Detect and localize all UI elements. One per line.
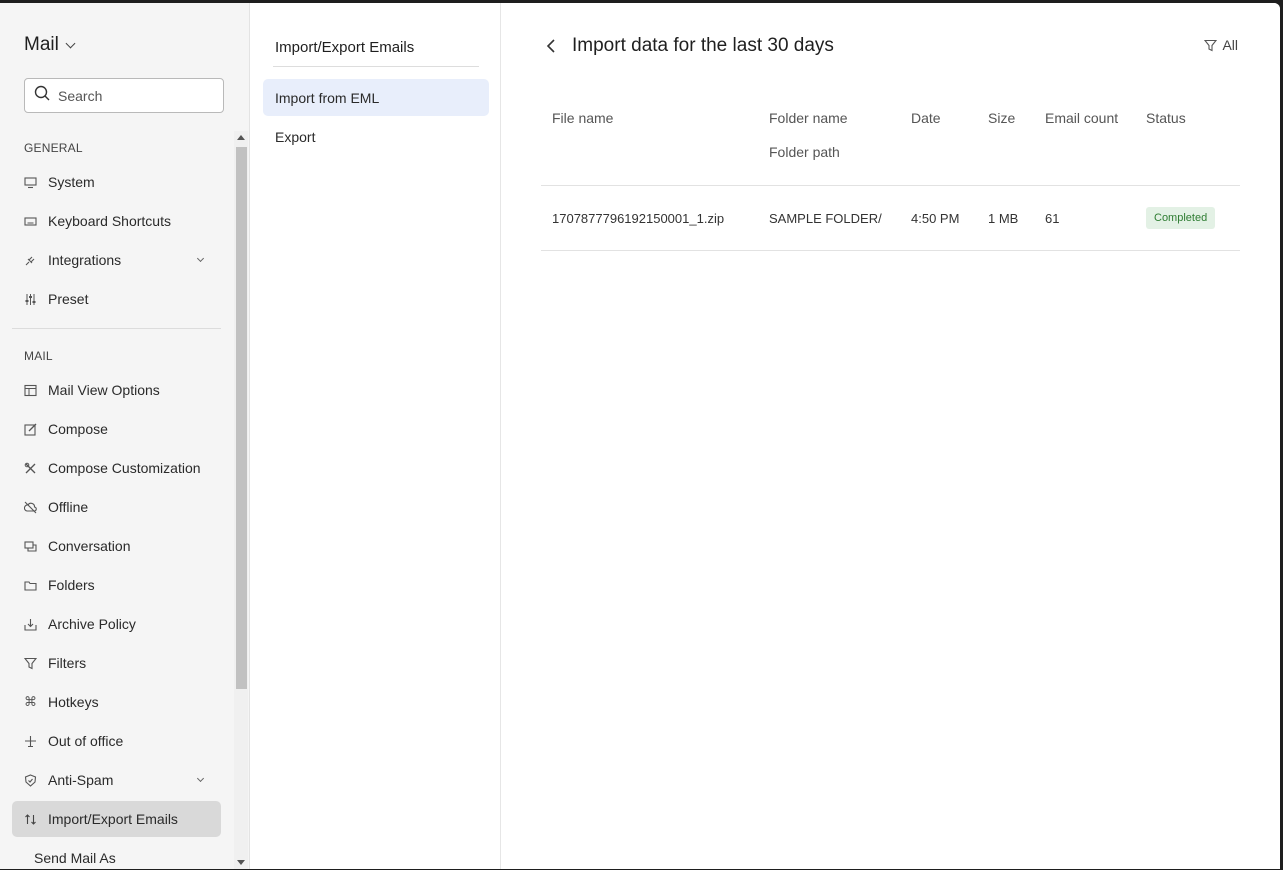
scroll-up-icon[interactable]: [237, 135, 245, 140]
sidebar-item-compose-customization[interactable]: Compose Customization: [12, 450, 221, 486]
sidebar-item-label: Preset: [48, 291, 89, 307]
subsection-divider: [273, 66, 479, 67]
sidebar-item-label: Compose: [48, 421, 108, 437]
chat-icon: [24, 540, 37, 553]
plug-icon: [24, 254, 37, 267]
sidebar-item-preset[interactable]: Preset: [12, 281, 221, 317]
column-header-date[interactable]: Date: [911, 110, 941, 126]
page-title: Import data for the last 30 days: [572, 35, 834, 56]
app-switcher[interactable]: Mail: [24, 34, 76, 56]
sidebar-item-conversation[interactable]: Conversation: [12, 528, 221, 564]
column-header-folder-name[interactable]: Folder name: [769, 110, 848, 126]
scrollbar-thumb[interactable]: [236, 147, 247, 689]
search-icon: [34, 85, 50, 106]
search-box[interactable]: [24, 78, 224, 113]
sidebar-item-out-of-office[interactable]: Out of office: [12, 723, 221, 759]
column-header-status[interactable]: Status: [1146, 110, 1186, 126]
app-title: Mail: [24, 34, 59, 55]
sidebar-item-label: Out of office: [48, 733, 124, 749]
sidebar-item-archive-policy[interactable]: Archive Policy: [12, 606, 221, 642]
filter-icon: [1204, 39, 1218, 51]
cloud-off-icon: [24, 501, 37, 514]
shield-icon: [24, 773, 37, 787]
filter-icon: [24, 657, 37, 670]
sidebar-item-label: Conversation: [48, 538, 131, 554]
cell-folder: SAMPLE FOLDER/: [769, 211, 882, 226]
command-icon: ⌘: [24, 694, 37, 709]
tab-label: Import from EML: [275, 89, 380, 106]
plane-icon: [24, 735, 37, 748]
sidebar-item-anti-spam[interactable]: Anti-Spam: [12, 762, 221, 798]
edit-icon: [24, 423, 37, 436]
status-badge: Completed: [1146, 207, 1216, 229]
sidebar-item-label: Integrations: [48, 252, 122, 268]
sidebar-item-label: Import/Export Emails: [48, 811, 178, 827]
chevron-left-icon: [546, 39, 555, 53]
sidebar-item-send-mail-as[interactable]: Send Mail As: [12, 840, 221, 869]
monitor-icon: [24, 176, 37, 189]
section-divider: [12, 328, 221, 329]
tab-import-from-eml[interactable]: Import from EML: [263, 79, 489, 116]
sidebar-item-system[interactable]: System: [12, 164, 221, 200]
keyboard-icon: [24, 215, 37, 228]
folder-icon: [24, 579, 37, 592]
section-label-mail: MAIL: [24, 349, 53, 363]
column-header-size[interactable]: Size: [988, 110, 1015, 126]
sidebar-item-import-export-emails[interactable]: Import/Export Emails: [12, 801, 221, 837]
sidebar-item-label: Offline: [48, 499, 89, 515]
sidebar-item-label: Keyboard Shortcuts: [48, 213, 171, 229]
layout-icon: [24, 384, 37, 397]
sidebar-item-label: Mail View Options: [48, 382, 160, 398]
sidebar-item-label: Send Mail As: [34, 850, 116, 866]
settings-window: Mail GENERAL System Keyboard Shortcuts I…: [0, 3, 1280, 869]
archive-icon: [24, 618, 37, 631]
sidebar-item-integrations[interactable]: Integrations: [12, 242, 221, 278]
tools-icon: [24, 462, 37, 475]
subsection-panel: Import/Export Emails Import from EML Exp…: [251, 3, 501, 869]
column-header-folder-path[interactable]: Folder path: [769, 144, 840, 160]
subsection-title: Import/Export Emails: [275, 39, 415, 56]
chevron-down-icon: [65, 38, 76, 48]
sidebar-nav: GENERAL System Keyboard Shortcuts Integr…: [0, 131, 250, 869]
import-history-panel: Import data for the last 30 days All Fil…: [502, 3, 1280, 869]
column-header-email-count[interactable]: Email count: [1045, 110, 1118, 126]
sidebar-item-folders[interactable]: Folders: [12, 567, 221, 603]
chevron-down-icon[interactable]: [196, 774, 205, 783]
sidebar-item-offline[interactable]: Offline: [12, 489, 221, 525]
sidebar-item-keyboard-shortcuts[interactable]: Keyboard Shortcuts: [12, 203, 221, 239]
scroll-down-icon[interactable]: [237, 860, 245, 865]
sidebar-item-label: System: [48, 174, 95, 190]
import-export-icon: [24, 813, 37, 826]
sidebar-item-label: Archive Policy: [48, 616, 136, 632]
settings-sidebar: Mail GENERAL System Keyboard Shortcuts I…: [0, 3, 250, 869]
sidebar-scrollbar[interactable]: [234, 131, 248, 869]
filter-button[interactable]: All: [1204, 37, 1238, 53]
sidebar-item-label: Anti-Spam: [48, 772, 114, 788]
sidebar-item-label: Hotkeys: [48, 694, 99, 710]
cell-size: 1 MB: [988, 211, 1019, 226]
section-label-general: GENERAL: [24, 141, 83, 155]
cell-date: 4:50 PM: [911, 211, 960, 226]
sidebar-item-label: Folders: [48, 577, 95, 593]
sidebar-item-compose[interactable]: Compose: [12, 411, 221, 447]
back-button[interactable]: [546, 37, 560, 55]
search-input[interactable]: [58, 87, 208, 104]
sidebar-item-mail-view-options[interactable]: Mail View Options: [12, 372, 221, 408]
sliders-icon: [24, 293, 37, 306]
sidebar-item-filters[interactable]: Filters: [12, 645, 221, 681]
tab-label: Export: [275, 128, 316, 145]
cell-email-count: 61: [1045, 211, 1060, 226]
cell-file-name: 1707877796192150001_1.zip: [552, 211, 725, 226]
table-row-divider: [541, 250, 1240, 251]
tab-export[interactable]: Export: [263, 118, 489, 155]
sidebar-item-label: Compose Customization: [48, 460, 201, 476]
filter-label: All: [1222, 37, 1238, 53]
sidebar-item-label: Filters: [48, 655, 87, 671]
column-header-file-name[interactable]: File name: [552, 110, 613, 126]
chevron-down-icon[interactable]: [196, 254, 205, 263]
sidebar-item-hotkeys[interactable]: ⌘ Hotkeys: [12, 684, 221, 720]
table-header-divider: [541, 185, 1240, 186]
